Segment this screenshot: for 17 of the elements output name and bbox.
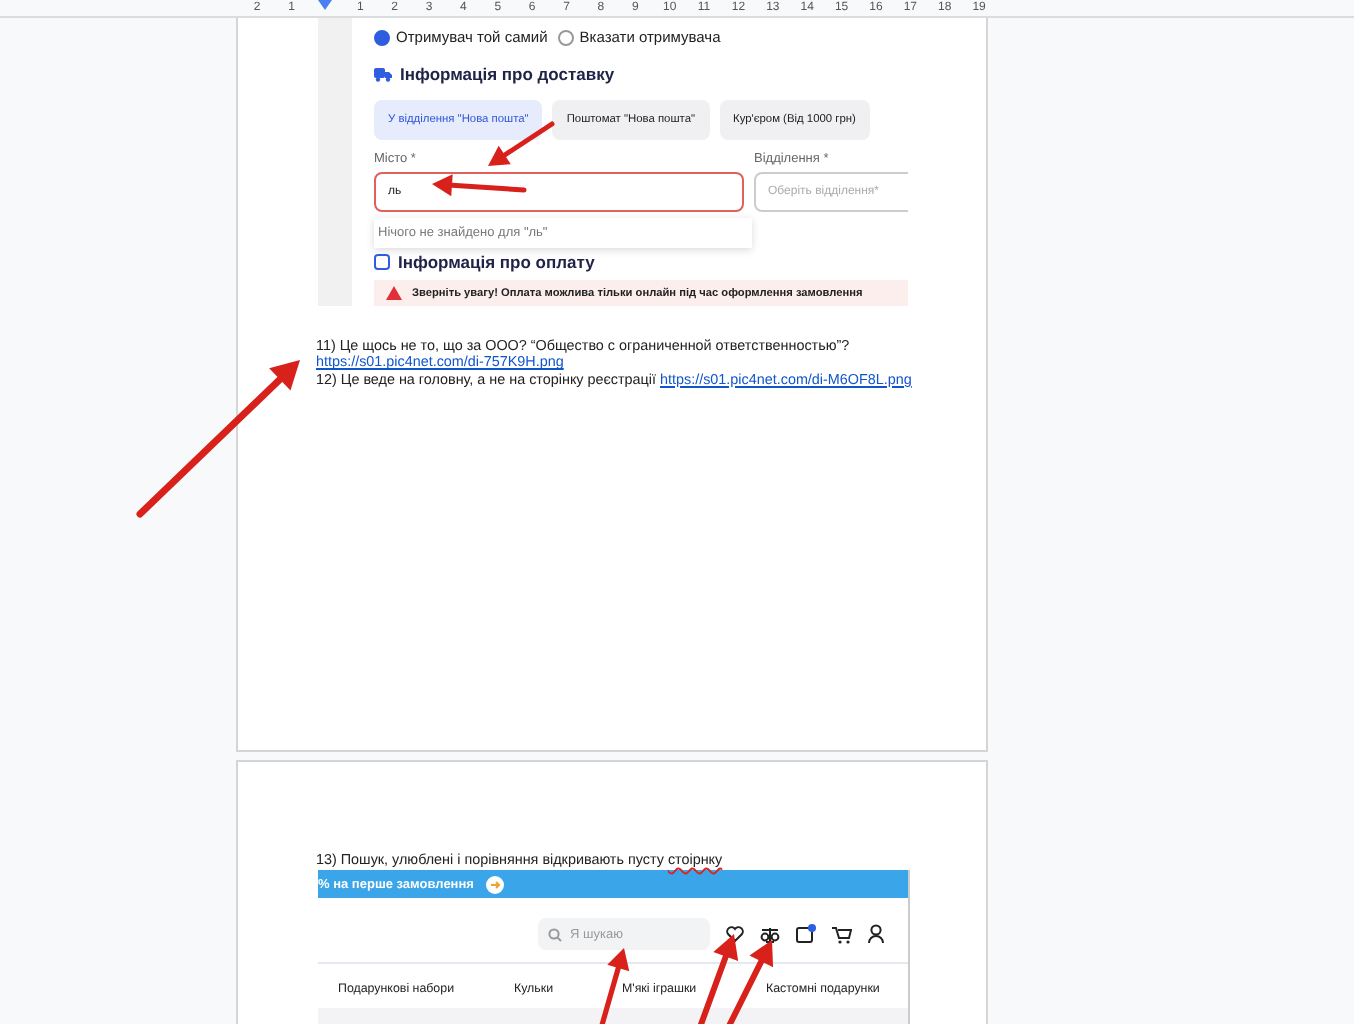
arrow: [432, 174, 527, 197]
arrow: [488, 121, 555, 166]
radio-button[interactable]: [374, 29, 390, 45]
section-heading: Інформація про доставку: [400, 64, 615, 84]
user-icon[interactable]: [868, 924, 884, 944]
scales-icon[interactable]: [760, 925, 780, 943]
section-heading: Інформація про оплату: [398, 252, 595, 272]
indent-marker-icon[interactable]: [318, 0, 333, 12]
cart-icon[interactable]: [832, 925, 852, 943]
arrow-circle-icon[interactable]: [485, 875, 504, 893]
heart-icon[interactable]: [726, 926, 744, 942]
radio-button[interactable]: [557, 29, 574, 45]
search-icon: [548, 927, 562, 941]
truck-icon: [374, 66, 392, 82]
calendar-icon[interactable]: [796, 924, 816, 944]
checkbox[interactable]: [374, 254, 390, 270]
warning-icon: [386, 286, 402, 300]
